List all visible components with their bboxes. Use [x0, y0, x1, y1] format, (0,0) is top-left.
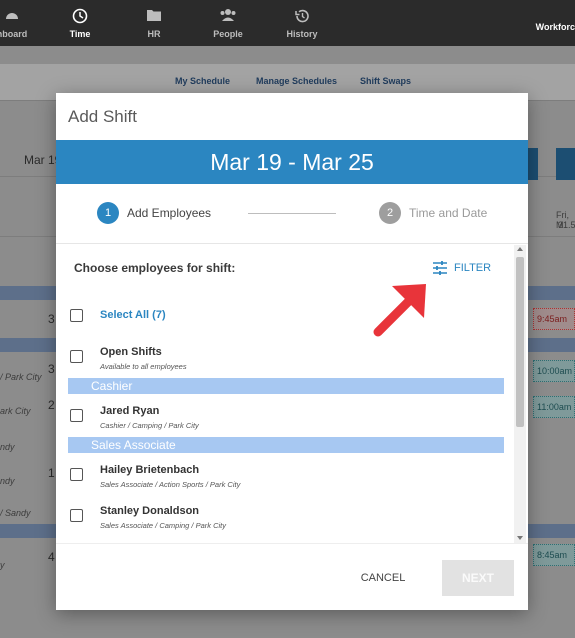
step-connector [248, 213, 336, 214]
date-range-banner: Mar 19 - Mar 25 [56, 140, 528, 184]
scroll-up-arrow-icon[interactable] [517, 247, 523, 251]
select-all-label[interactable]: Select All (7) [100, 309, 166, 321]
employee-checkbox[interactable] [70, 409, 83, 422]
dialog-title: Add Shift [68, 107, 137, 126]
subnav-tab-shift-swaps[interactable]: Shift Swaps [360, 76, 411, 86]
filter-label: FILTER [454, 262, 492, 274]
employee-checkbox[interactable] [70, 468, 83, 481]
cancel-button[interactable]: CANCEL [348, 560, 418, 596]
step-number: 2 [379, 202, 401, 224]
background-row-number: 3 [48, 312, 55, 326]
step-number: 1 [97, 202, 119, 224]
people-icon [188, 8, 268, 28]
clock-icon [40, 8, 120, 28]
employee-sub: Sales Associate / Action Sports / Park C… [100, 480, 241, 489]
employee-name: Hailey Brietenbach [100, 464, 200, 476]
employee-checkbox[interactable] [70, 509, 83, 522]
background-row-number: 2 [48, 398, 55, 412]
history-icon [262, 8, 342, 28]
scroll-thumb[interactable] [516, 257, 524, 427]
open-shifts-checkbox[interactable] [70, 350, 83, 363]
nav-item-time[interactable]: Time [40, 0, 120, 46]
nav-item-history[interactable]: History [262, 0, 342, 46]
folder-icon [114, 8, 194, 28]
background-row-text: ndy [0, 476, 15, 486]
subnav-tab-manage-schedules[interactable]: Manage Schedules [256, 76, 337, 86]
background-row-text: / Sandy [0, 508, 31, 518]
filter-sliders-icon [433, 261, 447, 275]
background-day-value: 31.5 [558, 220, 575, 230]
background-time: 10:00am [533, 360, 575, 382]
employee-name: Stanley Donaldson [100, 505, 200, 517]
employee-sub: Sales Associate / Camping / Park City [100, 521, 227, 530]
annotation-arrow-icon [373, 284, 426, 337]
background-row-number: 4 [48, 550, 55, 564]
scroll-down-arrow-icon[interactable] [517, 536, 523, 540]
background-row-number: 3 [48, 362, 55, 376]
background-time: 9:45am [533, 308, 575, 330]
list-scrollbar[interactable] [514, 245, 526, 543]
brand-name: Workforc [535, 22, 575, 32]
background-time: 8:45am [533, 544, 575, 566]
nav-item-people[interactable]: People [188, 0, 268, 46]
next-button[interactable]: NEXT [442, 560, 514, 596]
employee-sub: Cashier / Camping / Park City [100, 421, 199, 430]
background-row-text: y [0, 560, 5, 570]
step-label: Add Employees [127, 206, 212, 220]
stepper: 1 Add Employees 2 Time and Date [56, 184, 528, 244]
add-shift-dialog: Add Shift Mar 19 - Mar 25 1 Add Employee… [56, 93, 528, 610]
subnav-tab-my-schedule[interactable]: My Schedule [175, 76, 230, 86]
nav-item-hr[interactable]: HR [114, 0, 194, 46]
select-all-checkbox[interactable] [70, 309, 83, 322]
background-row-text: ndy [0, 442, 15, 452]
background-row-number: 1 [48, 466, 55, 480]
step-label: Time and Date [409, 206, 488, 220]
group-header-sales-associate: Sales Associate [68, 437, 504, 453]
top-nav: hboard Time HR People History Workforc [0, 0, 575, 46]
employee-name: Jared Ryan [100, 405, 160, 417]
employee-list: Choose employees for shift: FILTER Selec… [56, 245, 528, 543]
choose-employees-label: Choose employees for shift: [74, 261, 236, 275]
open-shifts-name: Open Shifts [100, 346, 162, 358]
dialog-footer: CANCEL NEXT [56, 543, 528, 610]
open-shifts-sub: Available to all employees [100, 362, 187, 371]
background-row-text: / Park City [0, 372, 42, 382]
background-time: 11:00am [533, 396, 575, 418]
group-header-cashier: Cashier [68, 378, 504, 394]
background-row-text: ark City [0, 406, 31, 416]
